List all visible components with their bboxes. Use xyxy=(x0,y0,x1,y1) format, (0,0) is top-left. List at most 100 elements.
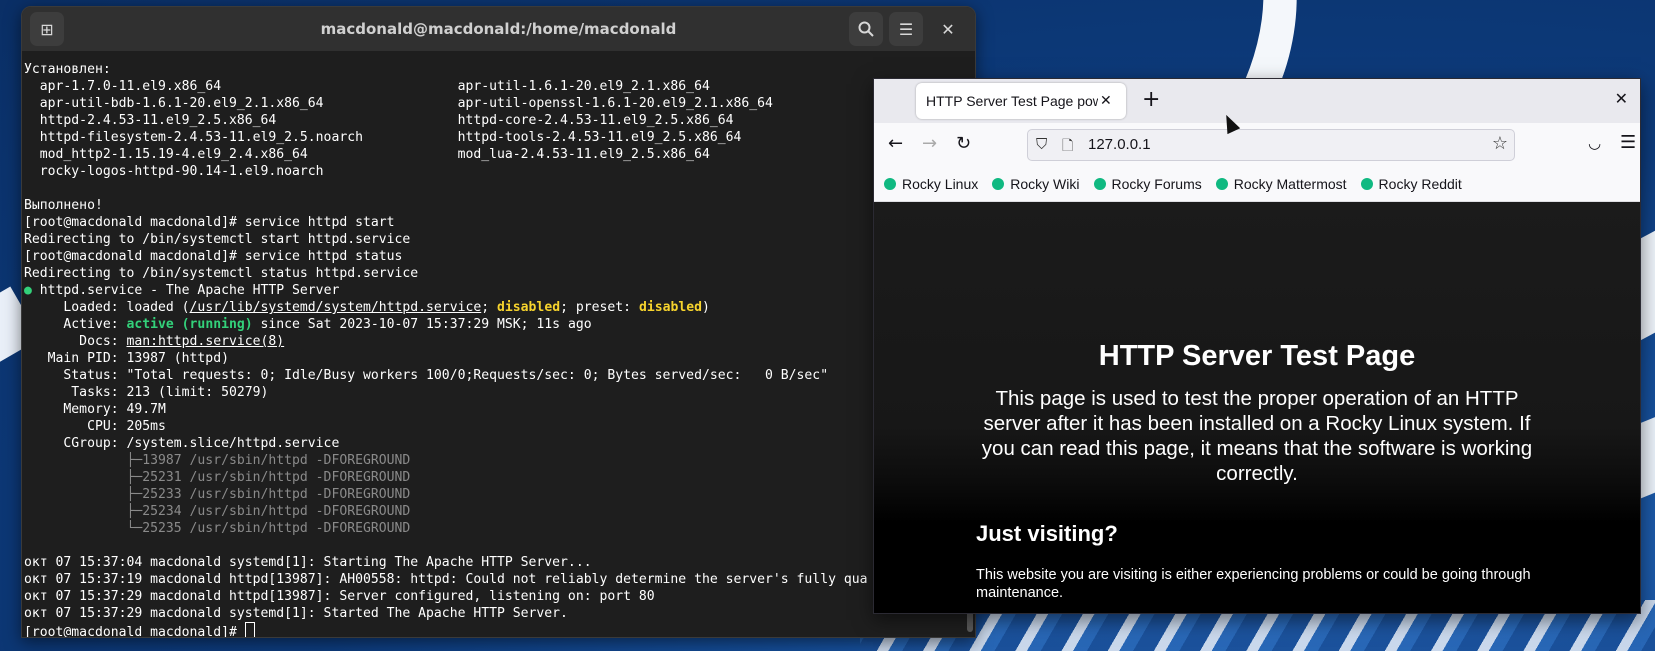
rocky-logo-icon xyxy=(992,178,1005,190)
hamburger-icon: ☰ xyxy=(898,19,914,39)
terminal-text: active (running) xyxy=(126,317,253,332)
back-icon[interactable]: ← xyxy=(888,133,903,154)
terminal-cursor xyxy=(244,622,255,637)
terminal-text: mod_http2-1.15.19-4.el9_2.4.x86_64 mod_l… xyxy=(24,147,710,162)
rocky-logo-icon xyxy=(1360,178,1373,190)
rocky-logo-icon xyxy=(1093,178,1106,190)
terminal-text: apr-util-bdb-1.6.1-20.el9_2.1.x86_64 apr… xyxy=(24,96,773,111)
terminal-text: Redirecting to /bin/systemctl status htt… xyxy=(24,266,419,281)
terminal-line: ├─13987 /usr/sbin/httpd -DFOREGROUND xyxy=(24,452,975,469)
terminal-line: [root@macdonald macdonald]# xyxy=(24,622,975,638)
search-button[interactable] xyxy=(849,12,883,46)
forward-icon[interactable]: → xyxy=(922,133,937,154)
page-intro: This page is used to test the proper ope… xyxy=(981,387,1533,485)
bookmark-item[interactable]: Rocky Linux xyxy=(884,176,978,192)
reload-icon[interactable]: ↻ xyxy=(956,133,971,154)
terminal-text: окт 07 15:37:04 macdonald systemd[1]: St… xyxy=(24,555,592,570)
terminal-line: CPU: 205ms xyxy=(24,418,975,435)
terminal-line: Main PID: 13987 (httpd) xyxy=(24,350,975,367)
terminal-line: ├─25233 /usr/sbin/httpd -DFOREGROUND xyxy=(24,486,975,503)
bookmark-item[interactable]: Rocky Forums xyxy=(1093,176,1202,192)
terminal-line: Tasks: 213 (limit: 50279) xyxy=(24,384,975,401)
bookmark-label: Rocky Mattermost xyxy=(1233,176,1347,192)
rocky-logo-icon xyxy=(884,178,896,190)
new-tab-icon[interactable]: + xyxy=(1142,87,1160,112)
terminal-output[interactable]: Установлен: apr-1.7.0-11.el9.x86_64 apr-… xyxy=(22,51,975,638)
terminal-text: since Sat 2023-10-07 15:37:29 MSK; 11s a… xyxy=(252,317,592,332)
browser-tab[interactable]: HTTP Server Test Page powered by Rocky L… xyxy=(916,83,1126,119)
terminal-line: rocky-logos-httpd-90.14-1.el9.noarch xyxy=(24,163,975,180)
window-close-icon[interactable]: ✕ xyxy=(1615,89,1628,108)
terminal-text: ├─25234 /usr/sbin/httpd -DFOREGROUND xyxy=(24,504,411,519)
nav-bar: ← → ↻ ⛉ 🗋 127.0.0.1 ☆ ◡ ☰ xyxy=(874,123,1640,167)
terminal-text: окт 07 15:37:29 macdonald systemd[1]: St… xyxy=(24,606,568,621)
terminal-text: окт 07 15:37:29 macdonald httpd[13987]: … xyxy=(24,589,655,604)
terminal-line: mod_http2-1.15.19-4.el9_2.4.x86_64 mod_l… xyxy=(24,146,975,163)
shield-icon[interactable]: ⛉ xyxy=(1036,135,1047,153)
terminal-text: Loaded: loaded ( xyxy=(24,300,190,315)
terminal-text: CGroup: /system.slice/httpd.service xyxy=(24,436,340,451)
terminal-text: apr-1.7.0-11.el9.x86_64 apr-util-1.6.1-2… xyxy=(24,79,710,94)
terminal-window[interactable]: ⊞ macdonald@macdonald:/home/macdonald ☰ … xyxy=(21,6,976,638)
bookmark-label: Rocky Reddit xyxy=(1378,176,1462,192)
terminal-text: Tasks: 213 (limit: 50279) xyxy=(24,385,269,400)
page-info-icon[interactable]: 🗋 xyxy=(1062,135,1073,159)
pocket-icon[interactable]: ◡ xyxy=(1588,134,1601,152)
url-text[interactable]: 127.0.0.1 xyxy=(1088,136,1151,153)
terminal-text: Status: "Total requests: 0; Idle/Busy wo… xyxy=(24,368,829,383)
menu-button[interactable]: ☰ xyxy=(889,12,923,46)
terminal-text: man:httpd.service(8) xyxy=(126,334,285,349)
tab-close-icon[interactable]: ✕ xyxy=(1100,93,1112,109)
bookmark-item[interactable]: Rocky Wiki xyxy=(992,176,1080,192)
terminal-line: Установлен: xyxy=(24,61,975,78)
terminal-line: окт 07 15:37:29 macdonald systemd[1]: St… xyxy=(24,605,975,622)
bookmarks-bar: Rocky Linux Rocky Wiki Rocky Forums Rocky M… xyxy=(874,167,1640,202)
bookmark-star-icon[interactable]: ☆ xyxy=(1492,133,1508,154)
terminal-text: ) xyxy=(702,300,710,315)
page-title: HTTP Server Test Page xyxy=(1098,340,1416,372)
tab-strip: HTTP Server Test Page powered by Rocky L… xyxy=(874,79,1640,123)
terminal-line: Docs: man:httpd.service(8) xyxy=(24,333,975,350)
rocky-logo-icon xyxy=(1215,178,1228,190)
terminal-text: /usr/lib/systemd/system/httpd.service xyxy=(189,300,482,315)
terminal-text: └─25235 /usr/sbin/httpd -DFOREGROUND xyxy=(24,521,411,536)
terminal-line: окт 07 15:37:04 macdonald systemd[1]: St… xyxy=(24,554,975,571)
terminal-text: Docs: xyxy=(24,334,127,349)
terminal-title: macdonald@macdonald:/home/macdonald xyxy=(320,20,677,38)
search-icon xyxy=(858,21,874,37)
terminal-text: ├─13987 /usr/sbin/httpd -DFOREGROUND xyxy=(24,453,411,468)
terminal-text: CPU: 205ms xyxy=(24,419,166,434)
close-icon: ✕ xyxy=(941,19,955,39)
terminal-line: CGroup: /system.slice/httpd.service xyxy=(24,435,975,452)
terminal-line: [root@macdonald macdonald]# service http… xyxy=(24,214,975,231)
terminal-line: Status: "Total requests: 0; Idle/Busy wo… xyxy=(24,367,975,384)
section-heading: Just visiting? xyxy=(976,521,1118,546)
terminal-text: Установлен: xyxy=(24,62,111,77)
url-bar[interactable]: ⛉ 🗋 127.0.0.1 ☆ xyxy=(1027,129,1515,161)
terminal-text: disabled xyxy=(497,300,561,315)
terminal-text: [root@macdonald macdonald]# xyxy=(24,625,245,638)
bookmark-item[interactable]: Rocky Mattermost xyxy=(1215,176,1347,192)
terminal-line: Loaded: loaded (/usr/lib/systemd/system/… xyxy=(24,299,975,316)
bookmark-item[interactable]: Rocky Reddit xyxy=(1360,176,1462,192)
terminal-text: httpd-filesystem-2.4.53-11.el9_2.5.noarc… xyxy=(24,130,742,145)
close-button[interactable]: ✕ xyxy=(931,12,965,46)
terminal-line: httpd-filesystem-2.4.53-11.el9_2.5.noarc… xyxy=(24,129,975,146)
terminal-text: Main PID: 13987 (httpd) xyxy=(24,351,229,366)
terminal-text: Выполнено! xyxy=(24,198,103,213)
terminal-line: Выполнено! xyxy=(24,197,975,214)
terminal-line: Redirecting to /bin/systemctl status htt… xyxy=(24,265,975,282)
terminal-text: Redirecting to /bin/systemctl start http… xyxy=(24,232,411,247)
terminal-text: Active: xyxy=(24,317,127,332)
terminal-text: ├─25233 /usr/sbin/httpd -DFOREGROUND xyxy=(24,487,411,502)
terminal-line: ├─25231 /usr/sbin/httpd -DFOREGROUND xyxy=(24,469,975,486)
bookmark-label: Rocky Forums xyxy=(1111,176,1202,192)
bookmark-label: Rocky Wiki xyxy=(1010,176,1080,192)
terminal-text: ; preset: xyxy=(560,300,639,315)
browser-window[interactable]: HTTP Server Test Page powered by Rocky L… xyxy=(873,78,1641,614)
section-text: This website you are visiting is either … xyxy=(976,567,1531,601)
app-menu-icon[interactable]: ☰ xyxy=(1620,132,1636,153)
terminal-text: [root@macdonald macdonald]# service http… xyxy=(24,249,403,264)
terminal-line: httpd-2.4.53-11.el9_2.5.x86_64 httpd-cor… xyxy=(24,112,975,129)
